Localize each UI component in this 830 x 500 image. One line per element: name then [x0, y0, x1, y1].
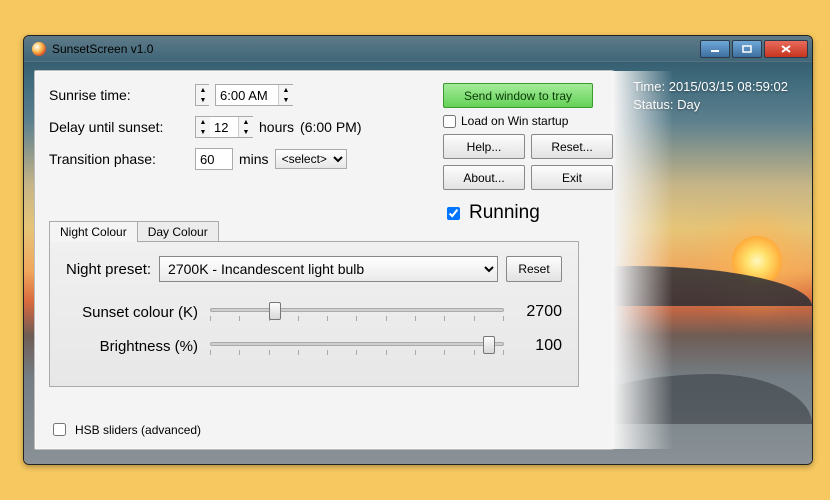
slider-ticks	[210, 350, 504, 356]
chevron-down-icon[interactable]: ▼	[239, 127, 253, 137]
sunset-colour-label: Sunset colour (K)	[66, 304, 198, 321]
preset-row: Night preset: 2700K - Incandescent light…	[66, 256, 562, 282]
chevron-up-icon[interactable]: ▲	[196, 85, 210, 95]
slider-track	[210, 308, 504, 312]
slider-thumb[interactable]	[483, 336, 495, 354]
minimize-icon	[710, 45, 720, 53]
tab-day-colour[interactable]: Day Colour	[137, 221, 219, 242]
preset-select[interactable]: 2700K - Incandescent light bulb	[159, 256, 498, 282]
delay-stepper-right[interactable]: ▲ ▼	[238, 117, 252, 137]
sunset-colour-slider[interactable]	[210, 300, 504, 324]
minimize-button[interactable]	[700, 40, 730, 58]
exit-button[interactable]: Exit	[531, 165, 613, 190]
transition-unit: mins	[239, 151, 269, 167]
hsb-label: HSB sliders (advanced)	[75, 423, 201, 437]
action-column: Send window to tray Load on Win startup …	[443, 83, 613, 224]
about-button[interactable]: About...	[443, 165, 525, 190]
maximize-icon	[742, 45, 752, 53]
running-checkbox[interactable]	[447, 207, 460, 220]
chevron-up-icon[interactable]: ▲	[196, 117, 210, 127]
sunrise-label: Sunrise time:	[49, 87, 189, 103]
sunrise-big-stepper[interactable]: ▲ ▼	[195, 84, 209, 106]
tab-night-colour[interactable]: Night Colour	[49, 221, 138, 242]
delay-stepper-left[interactable]: ▲ ▼	[196, 117, 210, 137]
tab-body-night: Night preset: 2700K - Incandescent light…	[49, 241, 579, 387]
hsb-checkbox[interactable]	[53, 423, 66, 436]
chevron-down-icon[interactable]: ▼	[196, 95, 210, 105]
chevron-down-icon[interactable]: ▼	[196, 127, 210, 137]
sunrise-spinner: ▲ ▼	[215, 84, 293, 106]
hsb-row[interactable]: HSB sliders (advanced)	[49, 420, 201, 439]
window-controls	[698, 40, 808, 58]
help-button[interactable]: Help...	[443, 134, 525, 159]
chevron-up-icon[interactable]: ▲	[279, 85, 293, 95]
colour-tabs: Night Colour Day Colour Night preset: 27…	[49, 221, 579, 388]
window-title: SunsetScreen v1.0	[52, 42, 153, 56]
preset-reset-button[interactable]: Reset	[506, 256, 562, 282]
overlay-status: Status: Day	[633, 96, 788, 114]
send-to-tray-button[interactable]: Send window to tray	[443, 83, 593, 108]
overlay-time: Time: 2015/03/15 08:59:02	[633, 78, 788, 96]
app-icon	[32, 42, 46, 56]
transition-label: Transition phase:	[49, 151, 189, 167]
status-overlay: Time: 2015/03/15 08:59:02 Status: Day	[633, 78, 788, 114]
preset-label: Night preset:	[66, 261, 151, 278]
delay-spinner: ▲ ▼ ▲ ▼	[195, 116, 253, 138]
delay-unit: hours	[259, 119, 294, 135]
tab-strip: Night Colour Day Colour	[49, 221, 579, 242]
app-window: SunsetScreen v1.0 Time: 2015/03/15 08:59…	[23, 35, 813, 465]
chevron-up-icon[interactable]: ▲	[239, 117, 253, 127]
delay-label: Delay until sunset:	[49, 119, 189, 135]
slider-thumb[interactable]	[269, 302, 281, 320]
sunset-colour-row: Sunset colour (K) 2700	[66, 300, 562, 324]
slider-track	[210, 342, 504, 346]
close-icon	[780, 44, 792, 54]
load-on-startup-row[interactable]: Load on Win startup	[443, 114, 613, 128]
brightness-row: Brightness (%) 100	[66, 334, 562, 358]
chevron-down-icon[interactable]: ▼	[279, 95, 293, 105]
load-on-startup-label: Load on Win startup	[461, 114, 568, 128]
main-panel: Sunrise time: ▲ ▼ ▲ ▼ Delay until sunset…	[34, 70, 614, 450]
titlebar: SunsetScreen v1.0	[24, 36, 812, 62]
delay-derived-time: (6:00 PM)	[300, 119, 361, 135]
transition-select[interactable]: <select>	[275, 149, 347, 169]
transition-input[interactable]	[195, 148, 233, 170]
sunrise-fine-stepper[interactable]: ▲ ▼	[278, 85, 292, 105]
brightness-value: 100	[516, 337, 562, 355]
delay-input[interactable]	[210, 117, 238, 137]
sunset-colour-value: 2700	[516, 303, 562, 321]
brightness-label: Brightness (%)	[66, 338, 198, 355]
load-on-startup-checkbox[interactable]	[443, 115, 456, 128]
brightness-slider[interactable]	[210, 334, 504, 358]
reset-button[interactable]: Reset...	[531, 134, 613, 159]
sunrise-input[interactable]	[216, 85, 278, 105]
close-button[interactable]	[764, 40, 808, 58]
maximize-button[interactable]	[732, 40, 762, 58]
slider-ticks	[210, 316, 504, 322]
